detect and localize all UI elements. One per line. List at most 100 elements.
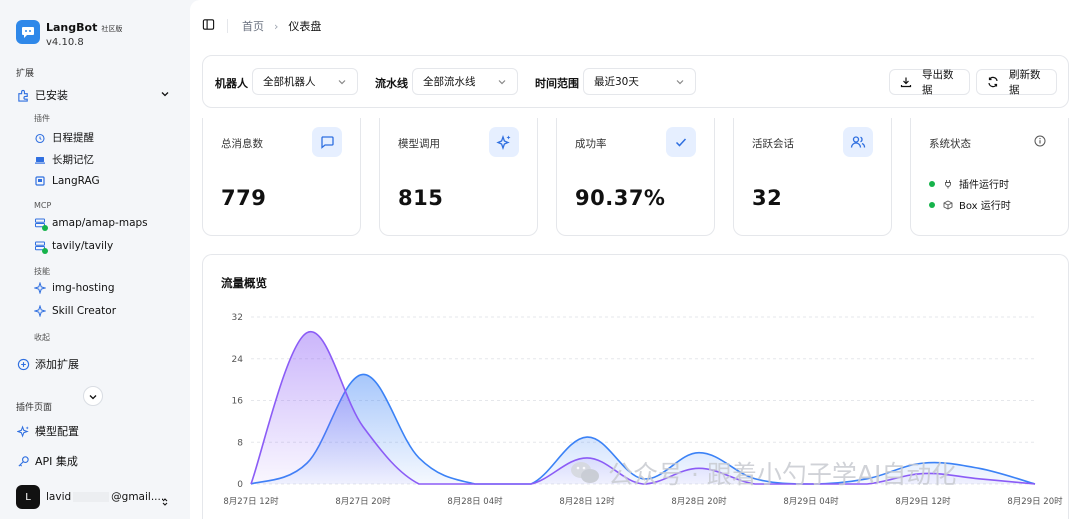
key-icon xyxy=(16,454,30,468)
pipeline-select[interactable]: 全部流水线 xyxy=(412,68,518,95)
redaction-mask xyxy=(73,492,110,502)
plus-circle-icon xyxy=(16,357,30,371)
bot-select[interactable]: 全部机器人 xyxy=(252,68,358,95)
y-tick-label: 0 xyxy=(237,480,243,490)
sidebar-item-skill-img-hosting[interactable]: img-hosting xyxy=(34,282,115,294)
section-plugin-pages: 插件页面 xyxy=(16,403,53,413)
sparkle-icon xyxy=(34,305,46,317)
sidebar-item-label: LangRAG xyxy=(52,175,100,187)
box-runtime-status: Box 运行时 xyxy=(929,197,1011,212)
breadcrumb: 首页 › 仪表盘 xyxy=(202,18,321,34)
main-content: 首页 › 仪表盘 机器人 全部机器人 流水线 全部流水线 时间范围 最近30天 … xyxy=(190,0,1080,519)
x-tick-label: 8月28日 04时 xyxy=(447,496,503,507)
stat-card-active-sessions: 活跃会话 32 xyxy=(733,118,892,236)
sparkle-icon xyxy=(34,282,46,294)
divider xyxy=(227,19,228,33)
status-dot xyxy=(42,225,48,231)
box-icon xyxy=(943,199,953,210)
brand-name: LangBot xyxy=(46,21,98,34)
sparkles-icon xyxy=(489,127,519,157)
x-tick-label: 8月27日 20时 xyxy=(335,496,391,507)
breadcrumb-home[interactable]: 首页 xyxy=(242,18,264,34)
nav-model-config[interactable]: 模型配置 xyxy=(16,423,176,439)
book-icon xyxy=(34,175,46,187)
status-dot xyxy=(42,248,48,254)
sidebar-item-skill-creator[interactable]: Skill Creator xyxy=(34,305,116,317)
y-tick-label: 8 xyxy=(237,438,243,448)
sidebar: LangBot 社区版 v4.10.8 扩展 已安装 插件 日程提醒 长期记忆 L… xyxy=(0,0,190,519)
group-mcp: MCP xyxy=(34,201,52,210)
user-email: lavid @gmail.... xyxy=(46,491,164,503)
refresh-label: 刷新数据 xyxy=(1009,69,1041,96)
y-tick-label: 24 xyxy=(232,355,244,365)
download-icon xyxy=(900,76,912,88)
y-tick-label: 16 xyxy=(232,397,244,407)
sidebar-item-label: Skill Creator xyxy=(52,305,117,317)
chevron-down-icon xyxy=(88,387,98,406)
section-extensions: 扩展 xyxy=(16,69,35,79)
plugin-runtime-status: 插件运行时 xyxy=(929,176,1009,191)
stat-value: 32 xyxy=(752,186,783,210)
user-name-suffix: @gmail.... xyxy=(111,491,165,503)
check-icon xyxy=(666,127,696,157)
collapse-toggle-button[interactable] xyxy=(83,386,103,406)
nav-api-integration[interactable]: API 集成 xyxy=(16,453,176,469)
stat-value: 90.37% xyxy=(575,186,666,210)
range-filter-label: 时间范围 xyxy=(535,77,579,90)
pipeline-filter-label: 流水线 xyxy=(375,77,408,90)
user-menu[interactable]: L lavid @gmail.... xyxy=(16,485,176,509)
sidebar-item-plugin-memory[interactable]: 长期记忆 xyxy=(34,152,94,167)
nav-installed-label: 已安装 xyxy=(35,89,68,102)
box-runtime-label: Box 运行时 xyxy=(959,201,1011,212)
stat-card-messages: 总消息数 779 xyxy=(202,118,361,236)
range-select-value: 最近30天 xyxy=(594,76,639,88)
sidebar-item-mcp-amap[interactable]: amap/amap-maps xyxy=(34,217,148,231)
chevron-down-icon xyxy=(497,77,507,90)
laptop-icon xyxy=(34,154,46,166)
sidebar-item-mcp-tavily[interactable]: tavily/tavily xyxy=(34,240,114,254)
x-tick-label: 8月28日 20时 xyxy=(671,496,727,507)
x-tick-label: 8月29日 04时 xyxy=(783,496,839,507)
nav-add-extension[interactable]: 添加扩展 xyxy=(16,356,176,372)
x-tick-label: 8月27日 12时 xyxy=(223,496,279,507)
x-tick-label: 8月29日 20时 xyxy=(1007,496,1063,507)
brand[interactable]: LangBot 社区版 v4.10.8 xyxy=(16,16,122,48)
export-data-button[interactable]: 导出数据 xyxy=(889,69,970,96)
langbot-logo-icon xyxy=(16,20,40,44)
refresh-icon xyxy=(987,76,999,88)
chevron-down-icon[interactable] xyxy=(160,89,170,102)
sidebar-item-label: amap/amap-maps xyxy=(52,217,148,229)
alarm-clock-icon xyxy=(34,132,46,144)
system-status-title: 系统状态 xyxy=(929,138,971,150)
stat-title: 活跃会话 xyxy=(752,138,794,150)
stat-title: 总消息数 xyxy=(221,138,263,150)
message-square-icon xyxy=(312,127,342,157)
stat-card-success-rate: 成功率 90.37% xyxy=(556,118,715,236)
chevron-down-icon xyxy=(337,77,347,90)
sidebar-item-label: 长期记忆 xyxy=(52,154,94,166)
sidebar-item-plugin-langrag[interactable]: LangRAG xyxy=(34,175,100,187)
range-select[interactable]: 最近30天 xyxy=(583,68,696,95)
collapse-link[interactable]: 收起 xyxy=(34,332,50,343)
sidebar-item-label: tavily/tavily xyxy=(52,240,114,252)
users-icon xyxy=(843,127,873,157)
bot-select-value: 全部机器人 xyxy=(263,76,316,88)
sidebar-toggle-icon[interactable] xyxy=(202,18,215,34)
nav-installed[interactable]: 已安装 xyxy=(16,87,176,103)
pipeline-select-value: 全部流水线 xyxy=(423,76,476,88)
group-skills: 技能 xyxy=(34,267,50,276)
avatar: L xyxy=(16,485,40,509)
info-icon[interactable] xyxy=(1034,132,1046,151)
sidebar-item-label: img-hosting xyxy=(52,282,115,294)
chevron-right-icon: › xyxy=(274,19,279,33)
sparkles-icon xyxy=(16,424,30,438)
nav-api-integration-label: API 集成 xyxy=(35,455,78,468)
y-tick-label: 32 xyxy=(232,313,243,323)
user-name-prefix: lavid xyxy=(46,491,72,503)
group-plugins: 插件 xyxy=(34,114,50,123)
sidebar-item-plugin-schedule[interactable]: 日程提醒 xyxy=(34,130,94,145)
refresh-data-button[interactable]: 刷新数据 xyxy=(976,69,1057,96)
plugin-runtime-label: 插件运行时 xyxy=(959,180,1009,191)
x-tick-label: 8月28日 12时 xyxy=(559,496,615,507)
export-label: 导出数据 xyxy=(922,69,954,96)
